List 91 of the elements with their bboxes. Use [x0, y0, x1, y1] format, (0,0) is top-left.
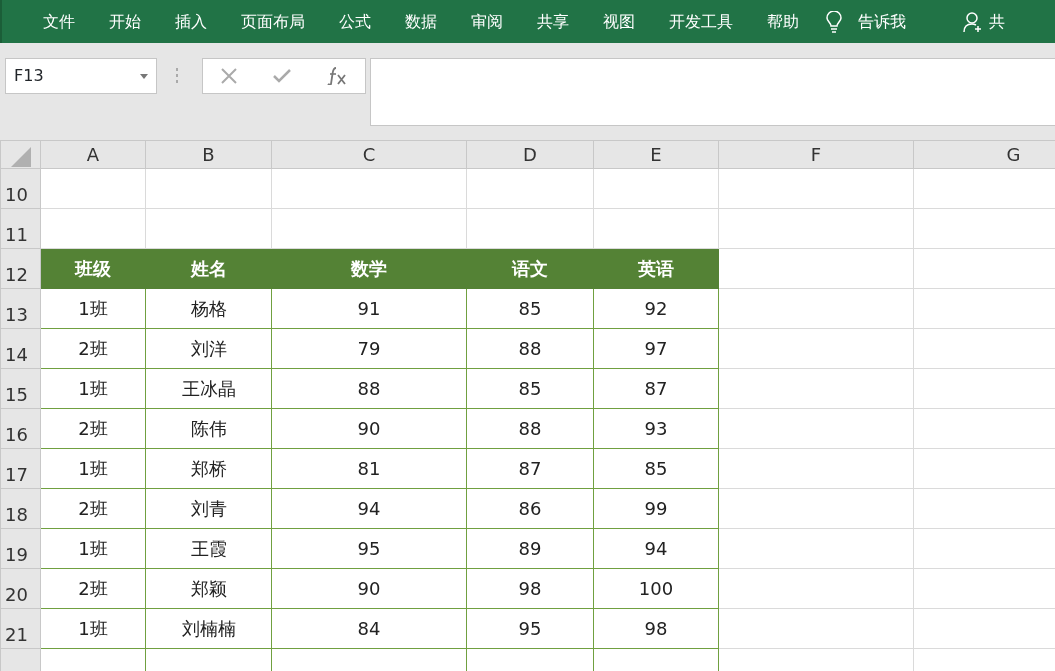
table-cell: 87 — [593, 368, 719, 409]
ribbon-tab[interactable]: 共享 — [520, 9, 586, 34]
row-header[interactable]: 15 — [0, 368, 41, 409]
table-cell: 1班 — [40, 288, 146, 329]
table-cell: 95 — [271, 528, 467, 569]
table-cell: 92 — [593, 288, 719, 329]
drag-handle-icon[interactable] — [175, 68, 179, 84]
table-cell: 陈伟 — [145, 408, 272, 449]
table-cell: 98 — [466, 568, 594, 609]
row-header[interactable]: 11 — [0, 208, 41, 249]
row-header[interactable]: 16 — [0, 408, 41, 449]
table-cell: 100 — [593, 568, 719, 609]
column-header[interactable]: A — [40, 140, 146, 169]
table-cell: 94 — [271, 488, 467, 529]
column-header[interactable]: F — [718, 140, 914, 169]
table-cell: 2班 — [40, 568, 146, 609]
table-cell: 91 — [271, 288, 467, 329]
row-header[interactable]: 18 — [0, 488, 41, 529]
table-cell: 84 — [271, 608, 467, 649]
row-header[interactable]: 21 — [0, 608, 41, 649]
ribbon-tab[interactable]: 插入 — [158, 9, 224, 34]
table-cell: 99 — [593, 488, 719, 529]
table-cell: 85 — [466, 288, 594, 329]
table-cell: 85 — [593, 448, 719, 489]
row-header[interactable]: 19 — [0, 528, 41, 569]
ribbon-tab[interactable]: 视图 — [586, 9, 652, 34]
table-cell: 93 — [593, 408, 719, 449]
select-all-icon[interactable] — [11, 146, 31, 167]
table-cell: 2班 — [40, 488, 146, 529]
column-header[interactable]: C — [271, 140, 467, 169]
table-cell: 1班 — [40, 448, 146, 489]
row-header[interactable]: 13 — [0, 288, 41, 329]
column-header[interactable]: E — [593, 140, 719, 169]
row-header[interactable]: 12 — [0, 248, 41, 289]
tell-me-field[interactable]: 告诉我 — [842, 9, 923, 34]
table-cell: 1班 — [40, 368, 146, 409]
table-cell: 95 — [466, 608, 594, 649]
name-box[interactable]: F13 — [5, 58, 157, 94]
table-cell: 79 — [271, 328, 467, 369]
lightbulb-icon — [826, 10, 842, 33]
table-cell: 98 — [593, 608, 719, 649]
table-cell: 97 — [593, 328, 719, 369]
table-cell: 1班 — [40, 608, 146, 649]
table-cell: 88 — [466, 328, 594, 369]
table-cell: 王冰晶 — [145, 368, 272, 409]
table-cell: 86 — [466, 488, 594, 529]
column-heading: 班级 — [40, 248, 146, 289]
share-button[interactable]: 共 — [985, 9, 1022, 34]
row-header[interactable]: 17 — [0, 448, 41, 489]
row-header[interactable]: 20 — [0, 568, 41, 609]
ribbon-tab[interactable]: 公式 — [322, 9, 388, 34]
table-cell: 郑桥 — [145, 448, 272, 489]
cancel-icon[interactable] — [221, 68, 237, 84]
column-heading: 英语 — [593, 248, 719, 289]
column-header[interactable]: D — [466, 140, 594, 169]
function-icon[interactable] — [327, 67, 347, 85]
table-cell: 88 — [271, 368, 467, 409]
checkmark-icon[interactable] — [273, 69, 291, 83]
table-cell: 85 — [466, 368, 594, 409]
table-cell: 88 — [466, 408, 594, 449]
table-cell: 2班 — [40, 408, 146, 449]
column-heading: 语文 — [466, 248, 594, 289]
ribbon-tab[interactable]: 文件 — [26, 9, 92, 34]
ribbon-tab[interactable]: 数据 — [388, 9, 454, 34]
table-cell: 郑颖 — [145, 568, 272, 609]
ribbon-tab[interactable]: 审阅 — [454, 9, 520, 34]
column-heading: 数学 — [271, 248, 467, 289]
column-header[interactable]: G — [913, 140, 1055, 169]
column-header[interactable]: B — [145, 140, 272, 169]
formula-input[interactable] — [370, 58, 1055, 126]
table-cell: 刘青 — [145, 488, 272, 529]
ribbon-tab[interactable]: 页面布局 — [224, 9, 322, 34]
row-header[interactable]: 14 — [0, 328, 41, 369]
table-cell: 81 — [271, 448, 467, 489]
row-header[interactable]: 10 — [0, 168, 41, 209]
table-cell: 87 — [466, 448, 594, 489]
table-cell: 2班 — [40, 328, 146, 369]
table-cell: 刘楠楠 — [145, 608, 272, 649]
table-cell: 89 — [466, 528, 594, 569]
ribbon-tab[interactable]: 开发工具 — [652, 9, 750, 34]
dropdown-icon — [140, 73, 148, 79]
table-cell: 杨格 — [145, 288, 272, 329]
ribbon-tab[interactable]: 开始 — [92, 9, 158, 34]
column-heading: 姓名 — [145, 248, 272, 289]
table-cell: 90 — [271, 568, 467, 609]
ribbon-tab[interactable]: 帮助 — [750, 9, 816, 34]
table-cell: 1班 — [40, 528, 146, 569]
table-cell: 王霞 — [145, 528, 272, 569]
table-cell: 90 — [271, 408, 467, 449]
table-cell: 刘洋 — [145, 328, 272, 369]
table-cell: 94 — [593, 528, 719, 569]
